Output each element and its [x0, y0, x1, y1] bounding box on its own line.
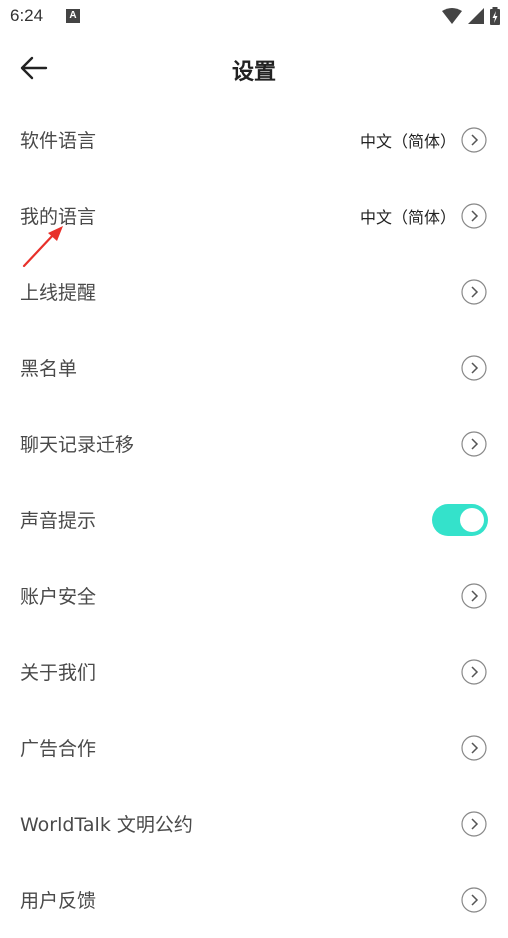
chevron-right-icon	[461, 203, 487, 229]
toggle-knob	[460, 508, 484, 532]
notification-a-icon: A	[66, 9, 80, 23]
setting-label: 黑名单	[20, 358, 78, 380]
chevron-right-icon	[461, 355, 487, 381]
setting-label: 聊天记录迁移	[20, 434, 135, 456]
setting-blacklist[interactable]: 黑名单	[0, 330, 508, 406]
sound-toggle[interactable]	[432, 504, 488, 536]
setting-software-language[interactable]: 软件语言 中文（简体）	[0, 102, 508, 178]
cell-signal-icon	[468, 8, 484, 24]
chevron-right-icon	[461, 583, 487, 609]
status-time: 6:24	[10, 6, 44, 25]
setting-label: 用户反馈	[20, 890, 97, 912]
setting-value: 中文（简体）	[359, 208, 456, 227]
annotation-arrow-icon	[22, 226, 63, 268]
setting-label: 关于我们	[20, 662, 97, 684]
setting-user-feedback[interactable]: 用户反馈	[0, 862, 508, 938]
chevron-right-icon	[461, 659, 487, 685]
status-bar: 6:24 A	[0, 0, 508, 34]
setting-chat-migration[interactable]: 聊天记录迁移	[0, 406, 508, 482]
battery-charging-icon	[490, 7, 500, 25]
setting-label: 账户安全	[20, 586, 97, 608]
setting-label: 广告合作	[20, 738, 97, 760]
setting-about-us[interactable]: 关于我们	[0, 634, 508, 710]
setting-my-language[interactable]: 我的语言 中文（简体）	[0, 178, 508, 254]
setting-online-reminder[interactable]: 上线提醒	[0, 254, 508, 330]
chevron-right-icon	[461, 735, 487, 761]
setting-label: 上线提醒	[20, 282, 97, 304]
page-title: 设置	[231, 60, 276, 85]
chevron-right-icon	[461, 887, 487, 913]
setting-label: WorldTalk 文明公约	[20, 814, 193, 836]
settings-list: 软件语言 中文（简体） 我的语言 中文（简体） 上线提醒 黑名单 聊天记录迁移	[0, 102, 508, 938]
setting-sound-prompt: 声音提示	[0, 482, 508, 558]
setting-account-security[interactable]: 账户安全	[0, 558, 508, 634]
setting-label: 软件语言	[20, 130, 97, 152]
setting-label: 声音提示	[20, 510, 97, 532]
chevron-right-icon	[461, 431, 487, 457]
chevron-right-icon	[461, 127, 487, 153]
chevron-right-icon	[461, 279, 487, 305]
status-indicators	[442, 7, 500, 25]
setting-ad-cooperation[interactable]: 广告合作	[0, 710, 508, 786]
wifi-icon	[442, 8, 462, 24]
setting-value: 中文（简体）	[359, 132, 456, 151]
setting-civility-pact[interactable]: WorldTalk 文明公约	[0, 786, 508, 862]
app-bar: 设置	[0, 34, 508, 102]
chevron-right-icon	[461, 811, 487, 837]
